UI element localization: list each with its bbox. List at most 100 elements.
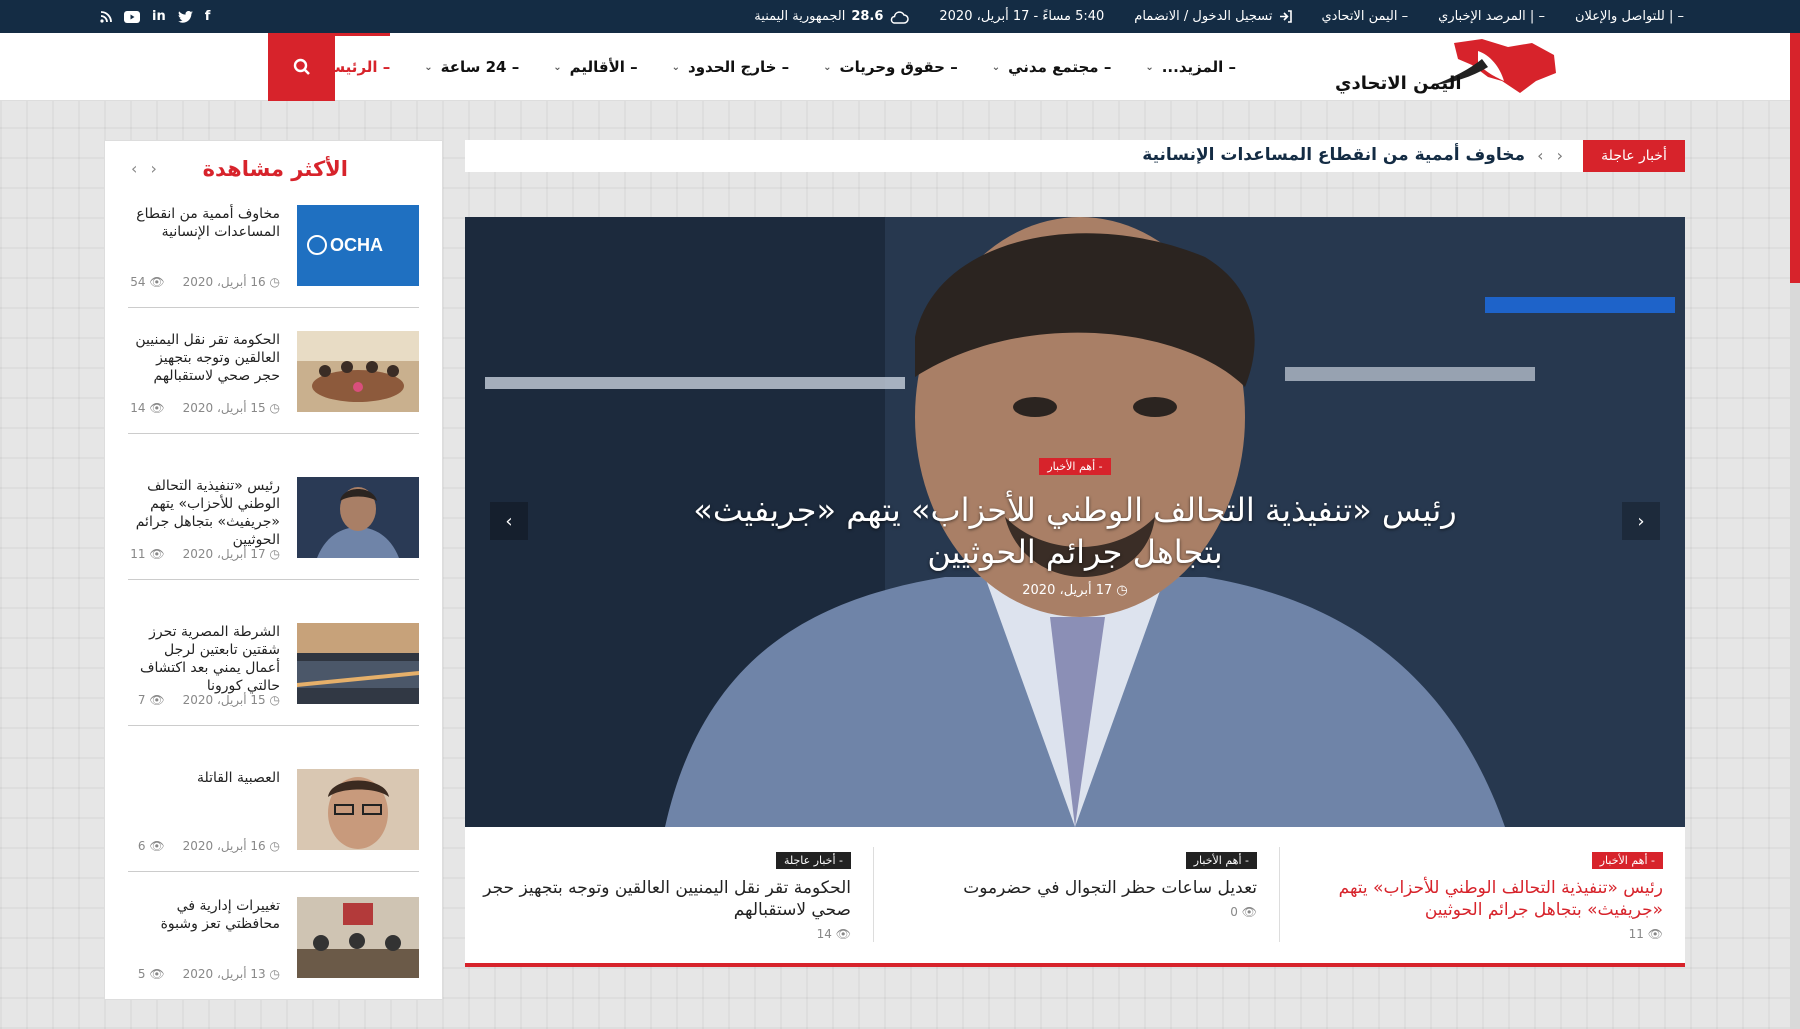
eye-icon: 👁 xyxy=(835,927,851,941)
thumbnail-ocha[interactable]: OCHA xyxy=(297,205,419,286)
scrollbar-thumb[interactable] xyxy=(1790,33,1800,283)
chevron-down-icon: ⌄ xyxy=(823,61,832,73)
eye-icon: 👁 xyxy=(149,275,165,289)
strip-card[interactable]: - أهم الأخبار تعديل ساعات حظر التجوال في… xyxy=(877,849,1257,919)
search-button[interactable] xyxy=(268,33,335,101)
list-item[interactable]: العصبية القاتلة ◷ 16 أبريل، 2020 👁 6 xyxy=(128,769,419,853)
cloud-icon xyxy=(891,10,910,24)
clock-icon: ◷ xyxy=(269,547,280,561)
strip-title[interactable]: الحكومة تقر نقل اليمنيين العالقين وتوجه … xyxy=(471,877,851,921)
eye-icon: 👁 xyxy=(1647,927,1663,941)
list-item[interactable]: تغييرات إدارية في محافظتي تعز وشبوة ◷ 13… xyxy=(128,897,419,981)
list-item[interactable]: الشرطة المصرية تحرز شقتين تابعتين لرجل أ… xyxy=(128,623,419,707)
item-views: 54 xyxy=(130,275,146,289)
clock-icon: ◷ xyxy=(1116,583,1128,598)
item-title[interactable]: رئيس «تنفيذية التحالف الوطني للأحزاب» يت… xyxy=(128,477,280,549)
category-badge[interactable]: - أهم الأخبار xyxy=(1039,458,1111,475)
eye-icon: 👁 xyxy=(149,839,165,853)
widget-arrows[interactable]: ‹ › xyxy=(131,159,161,178)
item-meta: ◷ 13 أبريل، 2020 👁 5 xyxy=(138,967,280,981)
category-badge[interactable]: - أخبار عاجلة xyxy=(775,852,851,869)
category-badge[interactable]: - أهم الأخبار xyxy=(1591,852,1663,869)
top-link-yemen[interactable]: – اليمن الاتحادي xyxy=(1322,9,1409,24)
item-views: 6 xyxy=(137,839,146,853)
nav-abroad[interactable]: – خارج الحدود ⌄ xyxy=(672,33,790,101)
youtube-icon[interactable] xyxy=(124,10,140,23)
featured-slider[interactable]: - أهم الأخبار رئيس «تنفيذية التحالف الوط… xyxy=(465,217,1685,827)
ticker-arrows[interactable]: ‹ › xyxy=(1537,146,1567,165)
item-date: 15 أبريل، 2020 xyxy=(182,401,266,415)
list-separator xyxy=(128,725,419,726)
chevron-down-icon: ⌄ xyxy=(424,61,433,73)
category-badge[interactable]: - أهم الأخبار xyxy=(1185,852,1257,869)
social-links: in f xyxy=(100,0,210,33)
list-item[interactable]: رئيس «تنفيذية التحالف الوطني للأحزاب» يت… xyxy=(128,477,419,561)
item-date: 16 أبريل، 2020 xyxy=(182,839,266,853)
item-meta: ◷ 16 أبريل، 2020 👁 54 xyxy=(130,275,280,289)
chevron-down-icon: ⌄ xyxy=(1145,61,1154,73)
slider-prev-button[interactable]: ‹ xyxy=(490,502,528,540)
view-count: 👁 0 xyxy=(877,905,1257,919)
site-header: اليمن الاتحادي – الرئيسية – 24 ساعة ⌄ – ا… xyxy=(0,33,1790,101)
view-count-value: 0 xyxy=(1230,905,1238,919)
thumbnail-office[interactable] xyxy=(297,897,419,978)
chevron-down-icon: ⌄ xyxy=(671,61,681,73)
item-views: 5 xyxy=(137,967,146,981)
weather-widget: 28.6 الجمهورية اليمنية xyxy=(754,9,910,24)
chevron-right-icon: › xyxy=(1637,510,1645,532)
list-item[interactable]: الحكومة تقر نقل اليمنيين العالقين وتوجه … xyxy=(128,331,419,415)
thumbnail-author[interactable] xyxy=(297,769,419,850)
item-meta: ◷ 15 أبريل، 2020 👁 14 xyxy=(130,401,280,415)
item-title[interactable]: العصبية القاتلة xyxy=(128,769,280,787)
item-title[interactable]: تغييرات إدارية في محافظتي تعز وشبوة xyxy=(128,897,280,933)
sign-in-icon xyxy=(1279,10,1292,23)
linkedin-icon[interactable]: in xyxy=(152,9,166,24)
weather-temp: 28.6 xyxy=(851,9,884,24)
rss-icon[interactable] xyxy=(100,10,112,23)
item-date: 16 أبريل، 2020 xyxy=(182,275,266,289)
nav-civil-society[interactable]: – مجتمع مدني ⌄ xyxy=(992,33,1112,101)
eye-icon: 👁 xyxy=(149,693,165,707)
list-separator xyxy=(128,433,419,434)
eye-icon: 👁 xyxy=(149,967,165,981)
list-item[interactable]: OCHA مخاوف أممية من انقطاع المساعدات الإ… xyxy=(128,205,419,289)
slider-next-button[interactable]: › xyxy=(1622,502,1660,540)
nav-regions[interactable]: – الأقاليم ⌄ xyxy=(553,33,637,101)
top-link-contact[interactable]: – | للتواصل والإعلان xyxy=(1575,9,1684,24)
current-datetime: 5:40 مساءً - 17 أبريل، 2020 xyxy=(939,9,1105,24)
top-link-observatory[interactable]: – | المرصد الإخباري xyxy=(1438,9,1545,24)
top-bar-info: 28.6 الجمهورية اليمنية 5:40 مساءً - 17 أ… xyxy=(754,0,1684,33)
twitter-icon[interactable] xyxy=(177,10,193,23)
date-text: 17 أبريل، 2020 xyxy=(1022,583,1113,598)
featured-title[interactable]: رئيس «تنفيذية التحالف الوطني للأحزاب» يت… xyxy=(675,489,1475,573)
search-icon xyxy=(293,58,310,75)
eye-icon: 👁 xyxy=(149,547,165,561)
featured-date: ◷ 17 أبريل، 2020 xyxy=(465,583,1685,598)
nav-label: – خارج الحدود xyxy=(688,58,790,76)
top-bar: 28.6 الجمهورية اليمنية 5:40 مساءً - 17 أ… xyxy=(0,0,1800,33)
breaking-headline[interactable]: مخاوف أممية من انقطاع المساعدات الإنساني… xyxy=(1142,145,1525,165)
facebook-icon[interactable]: f xyxy=(205,9,211,24)
list-separator xyxy=(128,579,419,580)
view-count-value: 11 xyxy=(1628,927,1644,941)
widget-title: الأكثر مشاهدة xyxy=(202,157,348,181)
strip-card[interactable]: - أهم الأخبار رئيس «تنفيذية التحالف الوط… xyxy=(1283,849,1663,941)
item-meta: ◷ 16 أبريل، 2020 👁 6 xyxy=(138,839,280,853)
item-title[interactable]: الشرطة المصرية تحرز شقتين تابعتين لرجل أ… xyxy=(128,623,280,695)
most-viewed-widget: الأكثر مشاهدة ‹ › OCHA مخاوف أممية من ان… xyxy=(104,140,443,1000)
item-title[interactable]: الحكومة تقر نقل اليمنيين العالقين وتوجه … xyxy=(128,331,280,385)
thumbnail-meeting[interactable] xyxy=(297,331,419,412)
clock-icon: ◷ xyxy=(269,693,280,707)
logo-text: اليمن الاتحادي xyxy=(1335,73,1462,94)
strip-title[interactable]: رئيس «تنفيذية التحالف الوطني للأحزاب» يت… xyxy=(1283,877,1663,921)
strip-title[interactable]: تعديل ساعات حظر التجوال في حضرموت xyxy=(877,877,1257,899)
item-views: 7 xyxy=(137,693,146,707)
nav-24-hours[interactable]: – 24 ساعة ⌄ xyxy=(424,33,519,101)
thumbnail-portrait[interactable] xyxy=(297,477,419,558)
nav-more[interactable]: – المزيد... ⌄ xyxy=(1145,33,1236,101)
item-title[interactable]: مخاوف أممية من انقطاع المساعدات الإنساني… xyxy=(128,205,280,241)
strip-card[interactable]: - أخبار عاجلة الحكومة تقر نقل اليمنيين ا… xyxy=(471,849,851,941)
nav-rights[interactable]: – حقوق وحريات ⌄ xyxy=(823,33,958,101)
thumbnail-city[interactable] xyxy=(297,623,419,704)
login-link[interactable]: تسجيل الدخول / الانضمام xyxy=(1134,9,1292,24)
